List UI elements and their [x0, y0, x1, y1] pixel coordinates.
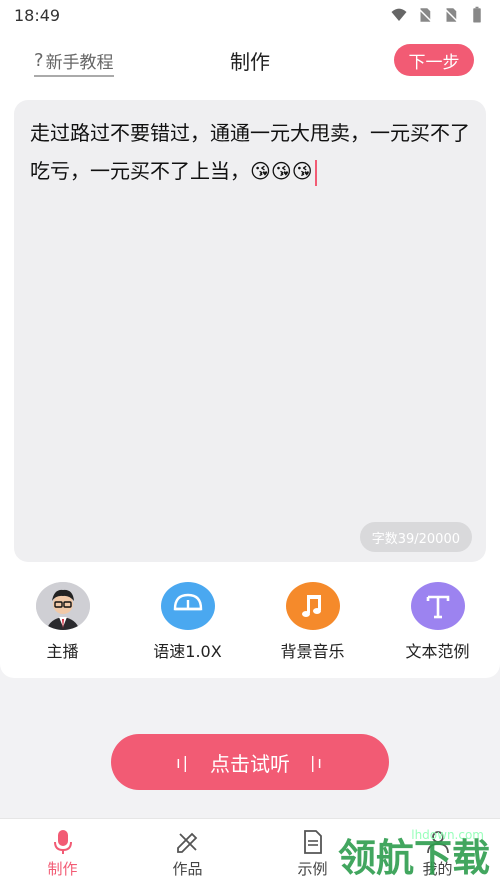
next-step-button[interactable]: 下一步 [394, 44, 474, 76]
listen-label: 点击试听 [210, 751, 290, 776]
editor-content[interactable]: 走过路过不要错过，通通一元大甩卖，一元买不了吃亏，一元买不了上当，😘😘😘 [30, 114, 470, 190]
wifi-icon [391, 8, 407, 21]
battery-icon [473, 6, 481, 23]
text-t-icon [410, 582, 465, 630]
sound-wave-right-icon: |ı [310, 752, 324, 772]
nav-make[interactable]: 制作 [13, 828, 113, 879]
tutorial-label: 新手教程 [45, 53, 114, 73]
nav-works-label: 作品 [172, 860, 203, 878]
header-bar: ? 新手教程 制作 下一步 [0, 30, 500, 90]
avatar-icon [35, 582, 90, 630]
music-note-icon [285, 582, 340, 630]
nav-examples-label: 示例 [297, 860, 328, 878]
microphone-icon [53, 830, 72, 854]
tool-text-sample-label: 文本范例 [405, 642, 470, 661]
tool-anchor[interactable]: 主播 [13, 582, 113, 662]
no-sim-icon [444, 8, 458, 22]
speed-gauge-icon [160, 582, 215, 630]
main-card: 走过路过不要错过，通通一元大甩卖，一元买不了吃亏，一元买不了上当，😘😘😘 字数3… [0, 90, 500, 678]
page-title: 制作 [230, 49, 270, 74]
text-cursor [314, 159, 317, 186]
status-time: 18:49 [14, 5, 61, 25]
nav-make-label: 制作 [47, 860, 78, 878]
text-editor[interactable]: 走过路过不要错过，通通一元大甩卖，一元买不了吃亏，一元买不了上当，😘😘😘 字数3… [14, 100, 486, 562]
char-count-badge: 字数39/20000 [359, 522, 472, 552]
tool-text-sample[interactable]: 文本范例 [388, 582, 488, 662]
editor-text: 走过路过不要错过，通通一元大甩卖，一元买不了吃亏，一元买不了上当，😘😘😘 [30, 121, 470, 183]
pencil-ruler-icon [176, 832, 197, 853]
tool-speed-label: 语速1.0X [153, 642, 222, 661]
nav-works[interactable]: 作品 [138, 828, 238, 879]
tool-music-label: 背景音乐 [280, 642, 345, 661]
question-icon: ? [34, 50, 44, 71]
watermark-logo: 领航下载 [337, 836, 490, 880]
tool-anchor-label: 主播 [46, 642, 79, 661]
document-icon [303, 830, 322, 854]
status-bar: 18:49 [0, 0, 500, 30]
tool-row: 主播 语速1.0X 背景音乐 文本范例 [0, 582, 500, 662]
no-sim-icon [418, 8, 432, 22]
status-icons [390, 6, 486, 24]
sound-wave-left-icon: ı| [176, 752, 190, 772]
tutorial-link[interactable]: ? 新手教程 [34, 48, 114, 77]
listen-button[interactable]: ı| 点击试听 |ı [111, 734, 389, 790]
tool-speed[interactable]: 语速1.0X [138, 582, 238, 662]
tool-music[interactable]: 背景音乐 [263, 582, 363, 662]
